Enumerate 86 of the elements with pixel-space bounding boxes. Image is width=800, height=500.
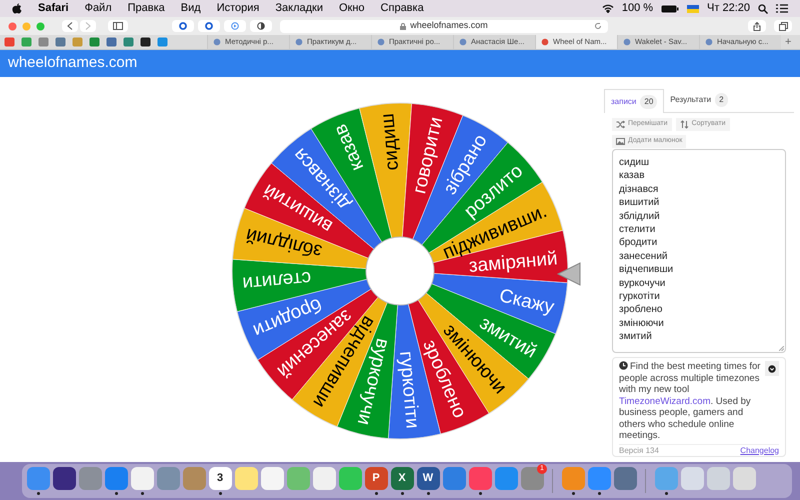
back-button[interactable] [62, 20, 78, 32]
address-field[interactable]: wheelofnames.com [280, 20, 608, 32]
favicon-icon [377, 38, 385, 46]
extension-button[interactable] [172, 20, 194, 32]
favicon-icon [623, 38, 631, 46]
sidebar-button[interactable] [108, 20, 128, 32]
chevron-down-icon [768, 364, 776, 372]
entry-text: зблідлий [619, 210, 661, 224]
list-icon[interactable] [776, 4, 788, 13]
entry-text: казав [619, 169, 646, 183]
count-badge: 2 [715, 93, 728, 107]
wheel-label: сидиш [377, 112, 404, 172]
wheel-label: говорити [409, 115, 448, 196]
site-title[interactable]: wheelofnames.com [8, 52, 138, 75]
extension-button[interactable] [198, 20, 220, 32]
favicon-icon [459, 38, 467, 46]
image-icon [616, 137, 625, 146]
extension-button[interactable] [250, 20, 272, 32]
app-icon[interactable] [614, 467, 636, 490]
entry-text: зроблено [619, 303, 664, 317]
changelog-link[interactable]: Changelog [740, 446, 779, 456]
favicon-icon [295, 38, 303, 46]
reload-icon[interactable] [594, 22, 602, 30]
entry-text: відчепивши [619, 263, 674, 277]
menu-item[interactable]: Окно [338, 0, 365, 17]
pinned-tab-icon[interactable] [140, 37, 151, 47]
shuffle-icon [616, 120, 625, 129]
menu-item[interactable]: Правка [128, 0, 165, 17]
menu-clock[interactable]: Чт 22:20 [707, 0, 750, 17]
flag-icon[interactable] [687, 4, 700, 12]
share-button[interactable] [748, 20, 766, 32]
clock-icon [619, 360, 628, 370]
wheel-pointer [556, 262, 580, 286]
search-icon[interactable] [758, 4, 768, 14]
entry-text: вуркочучи [619, 276, 666, 290]
wifi-icon[interactable] [602, 4, 614, 13]
app-icon[interactable] [52, 467, 76, 490]
entry-text: стелити [619, 223, 656, 236]
window-controls-icon[interactable] [8, 22, 46, 30]
entry-text: вишитий [619, 196, 660, 210]
new-tab-button[interactable]: + [781, 34, 796, 50]
resize-handle-icon[interactable] [779, 346, 784, 351]
wheel-label: стелити [242, 266, 312, 294]
menu-item[interactable]: Файл [84, 0, 112, 17]
battery-icon[interactable] [661, 4, 680, 12]
favicon-icon [705, 38, 713, 46]
share-icon [753, 22, 761, 30]
app-icon[interactable] [260, 467, 284, 490]
app-icon[interactable]: W [416, 467, 440, 490]
wheel-label: гуркотіти [395, 350, 423, 430]
wheel-hub[interactable] [366, 236, 434, 306]
panel-tab[interactable]: Результати 2 [664, 88, 734, 112]
app-icon[interactable]: X [390, 467, 414, 490]
count-badge: 20 [640, 94, 658, 108]
entry-text: сидиш [619, 156, 650, 170]
tabs-overview-button[interactable] [774, 20, 792, 32]
entry-text: змитий [619, 330, 653, 344]
lock-icon [400, 22, 406, 30]
entries-field[interactable]: сидиш казав дізнався вишитий зблідлий стелити бродити занесений відчепивши вуркочучи гуркотіти зроблено змінюючи змитий [612, 149, 786, 353]
battery-percentage: 100 % [622, 1, 654, 16]
menu-item[interactable]: Вид [180, 0, 201, 17]
chevron-left-icon [67, 22, 73, 30]
panel-tab[interactable]: записи 20 [604, 89, 664, 113]
app-icon[interactable]: 3 [208, 467, 232, 490]
collapse-button[interactable] [764, 361, 779, 376]
entry-text: занесений [619, 250, 668, 264]
menu-item[interactable]: Safari [38, 0, 69, 17]
notice-text: Find the best meeting times for people across multiple timezones with my new tool TimezoneWizard.com. Used by business people, gamers and others who schedule online meetings. [619, 361, 761, 442]
version-text: Версія 134 [619, 446, 659, 456]
sort-icon [680, 120, 689, 129]
entry-text: бродити [619, 236, 658, 250]
apple-icon[interactable] [12, 3, 22, 14]
timezone-link[interactable]: TimezoneWizard.com [619, 396, 711, 406]
wheel-label: Скажу [497, 285, 556, 318]
menu-item[interactable]: Справка [380, 0, 424, 17]
entry-text: дізнався [619, 182, 660, 196]
entry-text: гуркотіти [619, 290, 661, 304]
app-icon[interactable]: P [364, 467, 388, 490]
sidebar-icon [113, 22, 123, 30]
chevron-right-icon [85, 22, 91, 30]
menu-item[interactable]: История [216, 0, 260, 17]
favicon-icon [213, 38, 221, 46]
entry-text: змінюючи [619, 316, 665, 330]
menu-item[interactable]: Закладки [275, 0, 323, 17]
tabs-icon [778, 22, 788, 30]
favicon-icon [541, 38, 549, 46]
